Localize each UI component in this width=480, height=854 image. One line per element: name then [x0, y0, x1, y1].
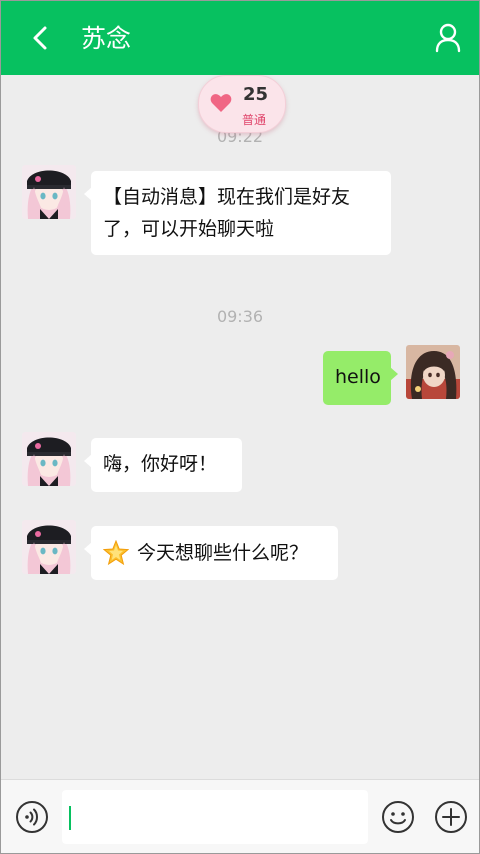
message-bubble-received[interactable]: 嗨，你好呀！	[84, 438, 242, 492]
input-bar	[1, 779, 479, 853]
contact-avatar[interactable]	[22, 432, 76, 486]
profile-button[interactable]	[431, 21, 465, 55]
more-button[interactable]	[434, 800, 468, 834]
page-title: 苏念	[81, 24, 132, 53]
message-bubble-sent[interactable]: hello	[323, 351, 398, 405]
anime-girl-avatar-image	[22, 165, 76, 219]
my-avatar[interactable]	[406, 345, 460, 399]
intimacy-score: 25	[243, 84, 269, 105]
intimacy-badge[interactable]: 25 普通	[198, 75, 286, 133]
message-bubble-received[interactable]: 【自动消息】现在我们是好友了，可以开始聊天啦	[84, 171, 391, 255]
anime-girl-avatar-image	[22, 520, 76, 574]
intimacy-level: 普通	[242, 113, 267, 127]
message-bubble-received[interactable]: 今天想聊些什么呢？	[84, 526, 338, 580]
contact-avatar[interactable]	[22, 165, 76, 219]
star-emoji-icon	[103, 540, 129, 566]
heart-icon	[210, 94, 232, 112]
chevron-left-icon	[33, 26, 47, 50]
anime-girl-avatar-image	[22, 432, 76, 486]
chat-screen: 苏念 09:22 25 普通 【自动消息】现在我们是好友了，可以开始聊天啦 09…	[0, 0, 480, 854]
voice-button[interactable]	[15, 800, 49, 834]
voice-icon	[16, 801, 48, 833]
contact-avatar[interactable]	[22, 520, 76, 574]
top-bar: 苏念	[1, 1, 479, 75]
text-cursor	[69, 806, 71, 830]
message-text: 今天想聊些什么呢？	[137, 542, 309, 564]
dark-hair-girl-avatar-image	[406, 345, 460, 399]
emoji-icon	[382, 801, 414, 833]
message-input[interactable]	[62, 790, 368, 844]
back-button[interactable]	[23, 21, 57, 55]
timestamp: 09:36	[216, 307, 264, 326]
emoji-button[interactable]	[381, 800, 415, 834]
user-icon	[435, 23, 461, 53]
plus-icon	[435, 801, 467, 833]
